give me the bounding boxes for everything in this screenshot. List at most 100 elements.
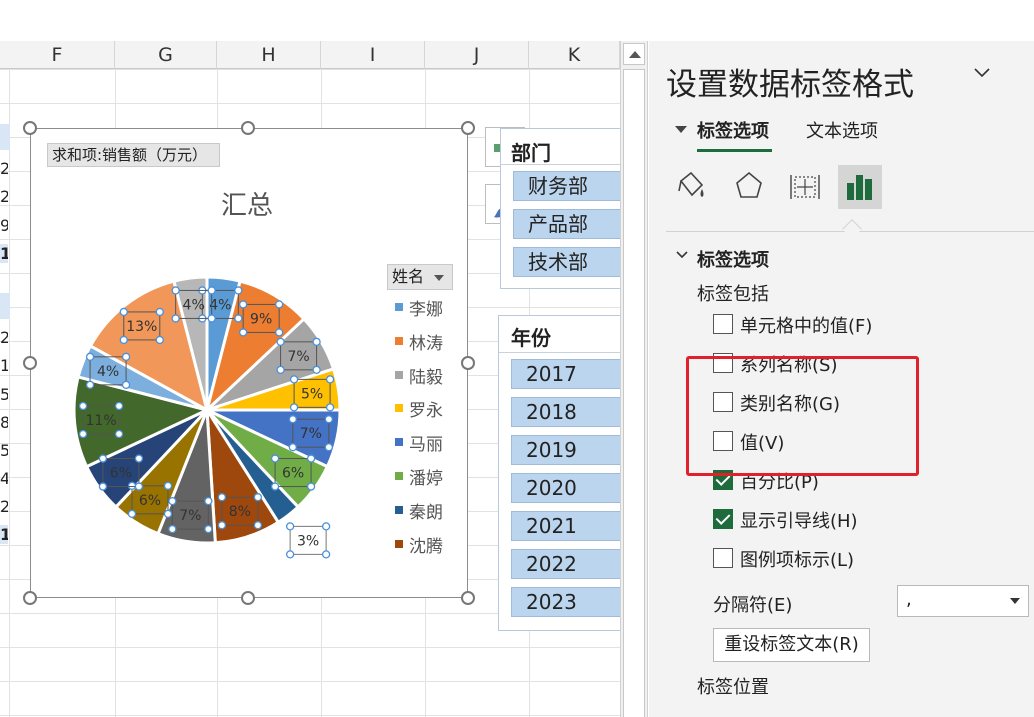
resize-handle-bottom-right[interactable] — [461, 591, 475, 605]
legend-label: 马丽 — [409, 435, 443, 456]
cell-value[interactable]: 8 — [0, 413, 8, 432]
cell-value[interactable]: 9 — [0, 216, 8, 235]
selection-handle — [270, 482, 280, 491]
resize-handle-top-right[interactable] — [461, 121, 475, 135]
selection-handle — [288, 415, 297, 424]
cell-value[interactable]: 4 — [0, 469, 8, 488]
size-properties-button[interactable] — [783, 165, 827, 209]
pie-chart[interactable]: 求和项:销售额（万元） 汇总 4% 9% 7% 5% 7% 6% 3% 8% 7% 6% 6% 11%… — [30, 128, 468, 598]
column-J[interactable]: J — [425, 41, 529, 69]
resize-handle-left[interactable] — [23, 356, 37, 370]
selection-handle — [217, 521, 227, 530]
selection-handle — [217, 493, 227, 502]
checkbox[interactable] — [713, 314, 733, 334]
option-label: 单元格中的值(F) — [740, 316, 873, 337]
selection-handle — [114, 429, 124, 439]
selection-handle — [325, 403, 335, 412]
data-label-text: 6% — [282, 466, 304, 482]
selection-handle — [234, 286, 243, 295]
data-label-text: 4% — [97, 364, 119, 380]
slicer-item-year[interactable]: 2017 — [511, 359, 621, 389]
selection-handle — [207, 314, 216, 323]
scroll-thumb[interactable] — [623, 69, 645, 717]
cell-value[interactable]: 2 — [0, 187, 8, 206]
legend-swatch — [395, 472, 403, 480]
chevron-down-icon[interactable] — [676, 250, 688, 260]
cell-value[interactable]: 2 — [0, 328, 8, 347]
selection-handle — [85, 380, 95, 389]
selection-handle — [114, 401, 124, 411]
selection-handle — [253, 493, 263, 502]
legend-label: 陆毅 — [409, 367, 443, 388]
selection-handle — [306, 454, 316, 463]
resize-handle-top-left[interactable] — [23, 121, 37, 135]
data-label-text: 4% — [209, 297, 231, 313]
data-label-text: 13% — [126, 319, 157, 335]
slicer-item-dept[interactable]: 技术部 — [513, 247, 621, 277]
vertical-scrollbar[interactable] — [620, 41, 648, 717]
chevron-down-icon[interactable] — [974, 65, 990, 81]
slicer-item-dept[interactable]: 财务部 — [513, 171, 621, 201]
selection-handle — [321, 522, 331, 531]
cell-value[interactable]: 2 — [0, 159, 8, 178]
label-options-button[interactable] — [838, 165, 882, 209]
slicer-item-year[interactable]: 2019 — [511, 435, 621, 465]
cell-value[interactable]: 5 — [0, 441, 8, 460]
selection-handle — [325, 375, 335, 384]
selection-handle — [276, 365, 285, 374]
pie-plot[interactable]: 4% 9% 7% 5% 7% 6% 3% 8% 7% 6% 6% 11% 4% 13% 4% — [31, 129, 469, 599]
checkbox[interactable] — [713, 548, 733, 568]
data-label[interactable]: 3% — [285, 522, 331, 559]
separator-dropdown[interactable]: , — [897, 585, 1029, 617]
fill-line-icon — [678, 171, 704, 197]
resize-handle-top[interactable] — [241, 121, 255, 135]
slicer-item-year[interactable]: 2018 — [511, 397, 621, 427]
legend-swatch — [395, 336, 403, 345]
column-H[interactable]: H — [217, 41, 321, 69]
scroll-up-button[interactable] — [623, 43, 645, 65]
tab-text-options[interactable]: 文本选项 — [806, 117, 878, 143]
slicer-year[interactable]: 年份 2017 2018 2019 2020 2021 2022 2023 — [498, 315, 621, 631]
legend-swatch — [395, 438, 403, 447]
slicer-divider — [501, 164, 621, 165]
cell-value[interactable]: 1 — [0, 356, 8, 375]
legend-field-button[interactable]: 姓名 — [387, 264, 453, 290]
slicer-item-year[interactable]: 2023 — [511, 587, 621, 617]
cell-value[interactable]: 5 — [0, 385, 8, 404]
slicer-item-year[interactable]: 2021 — [511, 511, 621, 541]
column-F[interactable]: F — [0, 41, 115, 69]
selection-handle — [171, 286, 180, 295]
cell-value[interactable]: 2 — [0, 497, 8, 516]
selection-handle — [78, 401, 88, 411]
legend-label: 秦朗 — [409, 502, 443, 523]
selection-handle — [289, 403, 299, 412]
legend-label: 李娜 — [409, 300, 443, 320]
size-properties-icon — [790, 175, 820, 199]
resize-handle-right[interactable] — [461, 356, 475, 370]
section-label-options[interactable]: 标签选项 — [697, 246, 769, 272]
cell-value-total[interactable]: 1 — [0, 525, 8, 544]
slicer-department[interactable]: 部门 财务部 产品部 技术部 — [500, 128, 621, 289]
data-label-text: 3% — [297, 533, 319, 549]
pane-divider-notch — [842, 219, 862, 239]
column-K[interactable]: K — [529, 41, 620, 69]
reset-label-text-button[interactable]: 重设标签文本(R) — [713, 628, 870, 662]
checkbox-checked[interactable] — [713, 509, 733, 529]
data-label-text: 7% — [300, 426, 322, 442]
selection-handle — [121, 380, 131, 389]
column-I[interactable]: I — [321, 41, 425, 69]
resize-handle-bottom-left[interactable] — [23, 591, 37, 605]
tab-label-options[interactable]: 标签选项 — [697, 117, 769, 143]
selection-handle — [155, 307, 164, 317]
fill-line-button[interactable] — [669, 165, 713, 209]
column-G[interactable]: G — [115, 41, 217, 69]
slicer-item-year[interactable]: 2020 — [511, 473, 621, 503]
effects-button[interactable] — [727, 165, 771, 209]
cell-value-total[interactable]: 1 — [0, 244, 8, 263]
resize-handle-bottom[interactable] — [241, 591, 255, 605]
slicer-item-dept[interactable]: 产品部 — [513, 209, 621, 239]
selection-handle — [239, 300, 248, 309]
selection-handle — [289, 375, 299, 384]
slicer-item-year[interactable]: 2022 — [511, 549, 621, 579]
data-label-text: 7% — [287, 349, 309, 365]
